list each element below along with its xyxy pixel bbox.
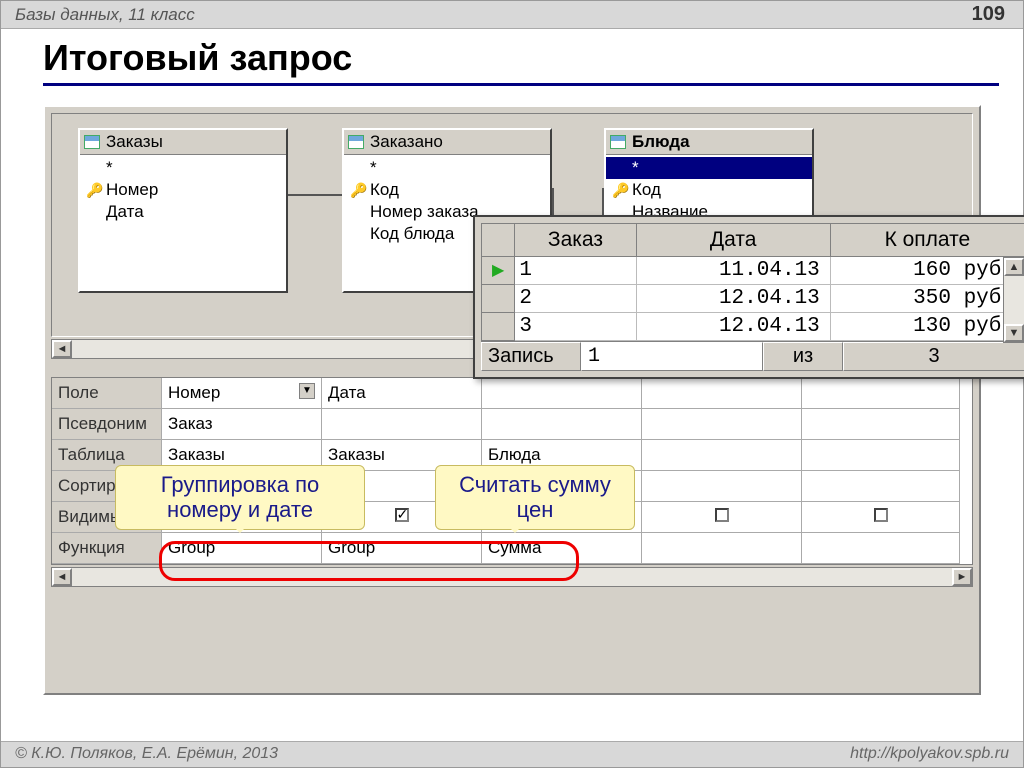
row-label-field: Поле — [52, 378, 162, 409]
table-name: Заказы — [106, 132, 163, 152]
field-star[interactable]: * — [80, 157, 286, 179]
table-row[interactable]: ▶ 1 11.04.13 160 руб. — [482, 257, 1024, 285]
col-k-oplate[interactable]: К оплате — [830, 224, 1024, 257]
field-star[interactable]: * — [606, 157, 812, 179]
table-icon — [84, 135, 100, 149]
alias-cell[interactable] — [802, 409, 960, 440]
field-cell[interactable] — [642, 378, 802, 409]
table-name: Заказано — [370, 132, 443, 152]
function-cell[interactable]: Group — [322, 533, 482, 564]
key-icon: 🔑 — [350, 182, 364, 196]
result-window[interactable]: Заказ Дата К оплате ▶ 1 11.04.13 160 руб… — [473, 215, 1024, 379]
source-url: http://kpolyakov.spb.ru — [850, 745, 1009, 763]
slide-title: Итоговый запрос — [43, 37, 1023, 79]
record-of-label: из — [763, 342, 843, 371]
sort-cell[interactable] — [642, 471, 802, 502]
field-kod[interactable]: 🔑Код — [606, 179, 812, 201]
table-title: Заказано — [344, 130, 550, 155]
table-title: Блюда — [606, 130, 812, 155]
alias-cell[interactable] — [642, 409, 802, 440]
key-icon: 🔑 — [612, 182, 626, 196]
query-designer-window: Заказы * 🔑Номер Дата Заказано * 🔑Код — [43, 105, 981, 695]
table-title: Заказы — [80, 130, 286, 155]
field-star[interactable]: * — [344, 157, 550, 179]
row-label-alias: Псевдоним — [52, 409, 162, 440]
field-kod[interactable]: 🔑Код — [344, 179, 550, 201]
record-label: Запись — [481, 342, 581, 371]
bottom-bar: © К.Ю. Поляков, Е.А. Ерёмин, 2013 http:/… — [1, 741, 1023, 767]
record-current[interactable]: 1 — [581, 342, 763, 371]
table-zakazy[interactable]: Заказы * 🔑Номер Дата — [78, 128, 288, 293]
table-icon — [610, 135, 626, 149]
field-nomer[interactable]: 🔑Номер — [80, 179, 286, 201]
alias-cell[interactable]: Заказ — [162, 409, 322, 440]
field-cell[interactable] — [802, 378, 960, 409]
copyright: © К.Ю. Поляков, Е.А. Ерёмин, 2013 — [15, 745, 278, 762]
scroll-right-button[interactable]: ► — [952, 568, 972, 586]
table-cell[interactable] — [642, 440, 802, 471]
page-number: 109 — [972, 3, 1005, 26]
col-data[interactable]: Дата — [636, 224, 830, 257]
result-table: Заказ Дата К оплате ▶ 1 11.04.13 160 руб… — [481, 223, 1024, 341]
sort-cell[interactable] — [802, 471, 960, 502]
row-selector-header — [482, 224, 515, 257]
record-total: 3 — [843, 342, 1024, 371]
field-list: * 🔑Номер Дата — [80, 155, 286, 291]
dropdown-icon[interactable]: ▼ — [299, 383, 315, 399]
table-cell[interactable] — [802, 440, 960, 471]
relation-line — [288, 194, 342, 196]
scroll-left-button[interactable]: ◄ — [52, 568, 72, 586]
scroll-down-button[interactable]: ▼ — [1004, 324, 1024, 342]
function-cell[interactable] — [642, 533, 802, 564]
result-v-scrollbar[interactable]: ▲ ▼ — [1003, 257, 1024, 343]
title-underline — [43, 83, 999, 86]
record-navigator[interactable]: Запись 1 из 3 — [481, 341, 1024, 371]
scroll-left-button[interactable]: ◄ — [52, 340, 72, 358]
field-cell[interactable]: Номер▼ — [162, 378, 322, 409]
function-cell[interactable] — [802, 533, 960, 564]
field-cell[interactable] — [482, 378, 642, 409]
callout-grouping: Группировка по номеру и дате — [115, 465, 365, 530]
field-cell[interactable]: Дата — [322, 378, 482, 409]
callout-sum: Считать сумму цен — [435, 465, 635, 530]
current-row-icon: ▶ — [492, 262, 504, 280]
visible-checkbox[interactable] — [642, 502, 802, 533]
top-bar: Базы данных, 11 класс 109 — [1, 1, 1023, 29]
field-data[interactable]: Дата — [80, 201, 286, 223]
grid-h-scrollbar[interactable]: ◄ ► — [51, 567, 973, 587]
row-label-function: Функция — [52, 533, 162, 564]
course-label: Базы данных, 11 класс — [15, 5, 195, 24]
table-icon — [348, 135, 364, 149]
alias-cell[interactable] — [482, 409, 642, 440]
table-row[interactable]: 2 12.04.13 350 руб. — [482, 285, 1024, 313]
visible-checkbox[interactable] — [802, 502, 960, 533]
table-name: Блюда — [632, 132, 690, 152]
slide: Базы данных, 11 класс 109 Итоговый запро… — [0, 0, 1024, 768]
alias-cell[interactable] — [322, 409, 482, 440]
table-row[interactable]: 3 12.04.13 130 руб. — [482, 313, 1024, 341]
col-zakaz[interactable]: Заказ — [515, 224, 636, 257]
scroll-track[interactable] — [72, 568, 952, 586]
key-icon: 🔑 — [86, 182, 100, 196]
scroll-up-button[interactable]: ▲ — [1004, 258, 1024, 276]
